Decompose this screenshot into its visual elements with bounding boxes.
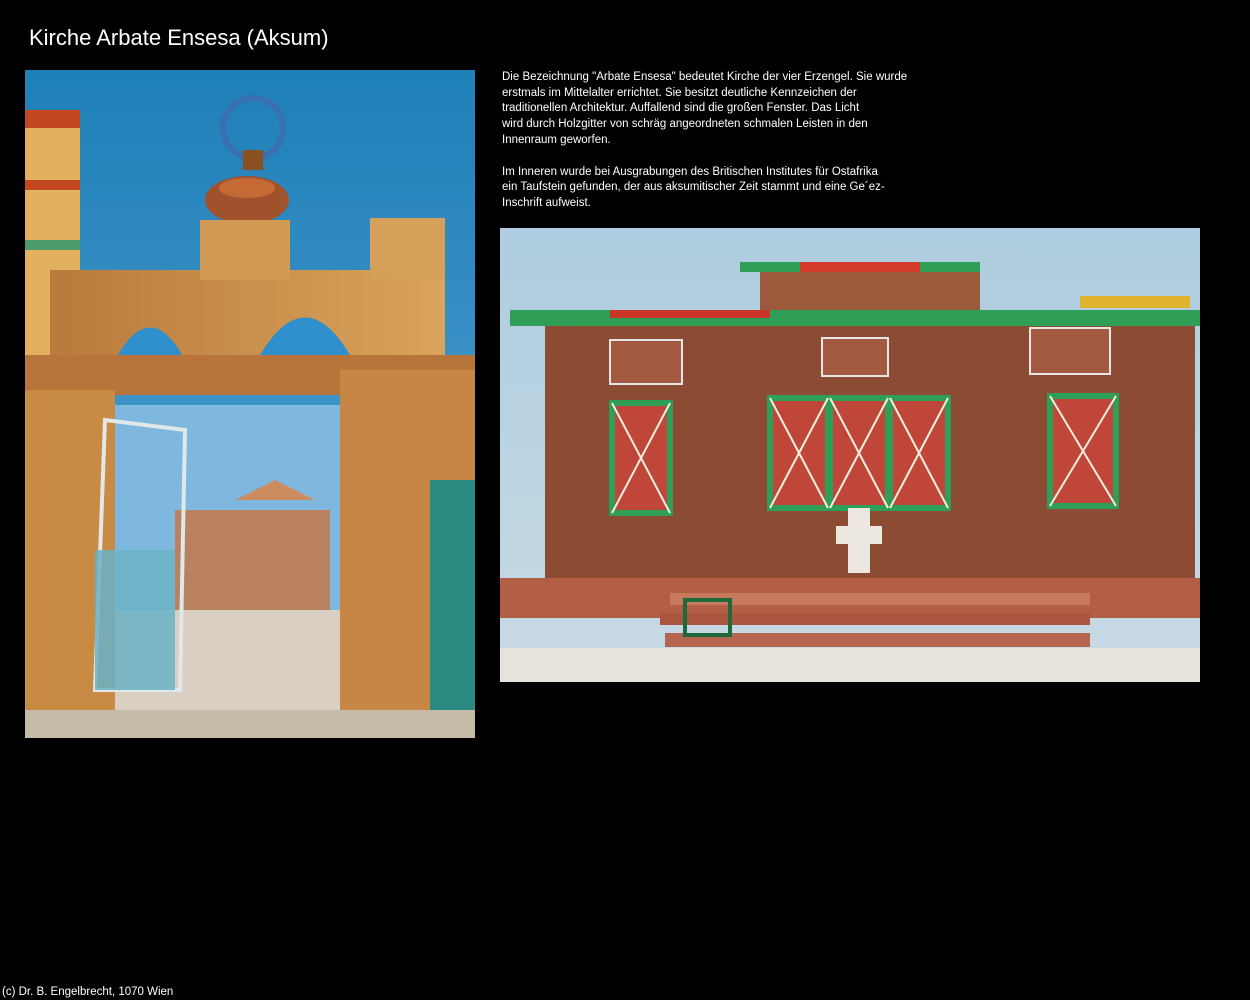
gate-photo[interactable] xyxy=(25,70,475,738)
description-text: Die Bezeichnung "Arbate Ensesa" bedeutet… xyxy=(502,70,942,228)
gate-photo-image xyxy=(25,70,475,738)
church-photo-image xyxy=(500,228,1200,682)
description-paragraph-1: Die Bezeichnung "Arbate Ensesa" bedeutet… xyxy=(502,71,908,146)
description-paragraph-2: Im Inneren wurde bei Ausgrabungen des Br… xyxy=(502,165,885,209)
copyright-footer: (c) Dr. B. Engelbrecht, 1070 Wien xyxy=(2,986,174,998)
church-photo[interactable] xyxy=(500,228,1200,682)
page-title: Kirche Arbate Ensesa (Aksum) xyxy=(29,25,329,50)
